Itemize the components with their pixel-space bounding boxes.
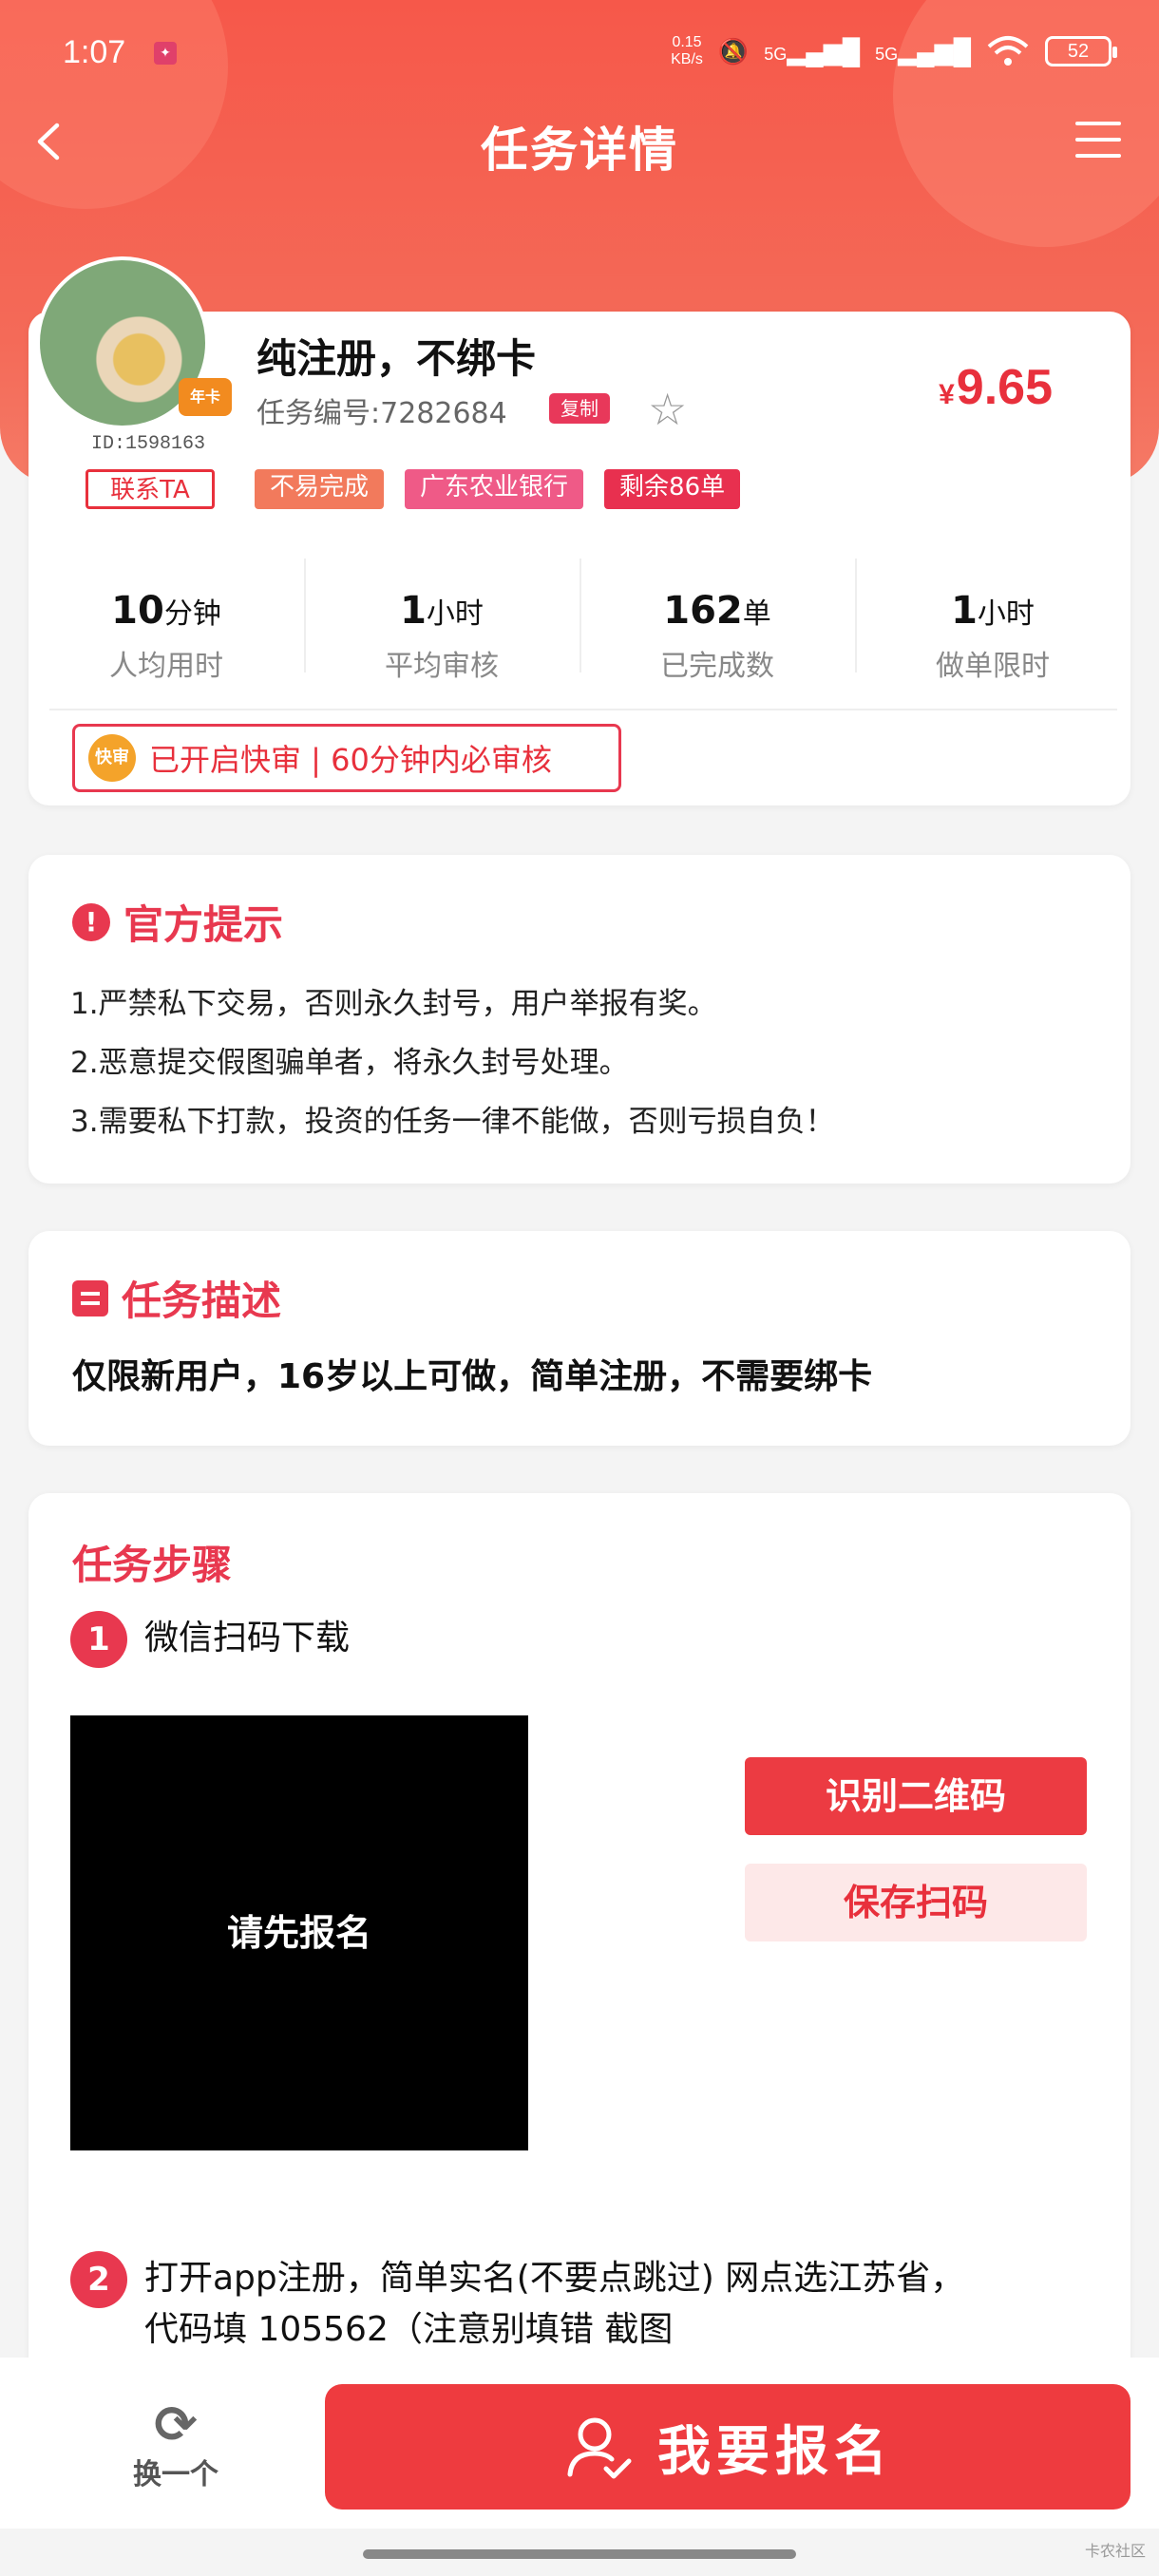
task-steps-card: 任务步骤 1 微信扫码下载 请先报名 识别二维码 保存扫码 2 打开app注册，…: [28, 1493, 1130, 2367]
step-number: 2: [70, 2251, 127, 2308]
fast-review-icon: 快审: [88, 734, 136, 782]
network-speed: 0.15 KB/s: [671, 34, 703, 68]
refresh-icon: ⟳: [154, 2395, 198, 2454]
step-number: 1: [70, 1611, 127, 1668]
warning-icon: !: [72, 902, 110, 941]
tag-remaining: 剩余86单: [604, 469, 741, 509]
apply-label: 我要报名: [657, 2420, 893, 2483]
battery-indicator: 52: [1045, 36, 1117, 66]
network-speed-value: 0.15: [672, 34, 702, 50]
stat-avg-time: 10分钟 人均用时: [109, 589, 223, 683]
stat-completed: 162单 已完成数: [580, 549, 855, 683]
status-icons: 0.15 KB/s 🔕 5G▂▄▆█ 5G▂▄▆█ 52: [671, 34, 1117, 68]
nav-bar: 任务详情: [0, 104, 1159, 180]
contact-button[interactable]: 联系TA: [86, 469, 215, 509]
network-speed-unit: KB/s: [671, 51, 703, 67]
signal-5g-2: 5G▂▄▆█: [875, 36, 971, 66]
task-title: 纯注册，不绑卡: [256, 335, 537, 382]
steps-title: 任务步骤: [72, 1542, 233, 1588]
status-bar: 1:07 ✦ 0.15 KB/s 🔕 5G▂▄▆█ 5G▂▄▆█ 52: [0, 0, 1159, 112]
fast-review-banner: 快审 已开启快审 | 60分钟内必审核: [72, 724, 621, 792]
step-text: 打开app注册，简单实名(不要点跳过) 网点选江苏省， 代码填 105562（注…: [144, 2259, 965, 2349]
tag-difficulty: 不易完成: [255, 469, 385, 509]
copy-button[interactable]: 复制: [549, 393, 610, 424]
status-time: 1:07: [63, 34, 126, 70]
apply-button[interactable]: 我要报名: [325, 2384, 1130, 2510]
step-text: 微信扫码下载: [144, 1619, 351, 1657]
menu-icon[interactable]: [1075, 122, 1121, 160]
recognize-qr-button[interactable]: 识别二维码: [745, 1757, 1087, 1835]
home-indicator[interactable]: [363, 2549, 796, 2559]
description-text: 仅限新用户，16岁以上可做，简单注册，不需要绑卡: [72, 1357, 873, 1396]
signal-5g-1: 5G▂▄▆█: [764, 36, 861, 66]
tip-line: 3.需要私下打款，投资的任务一律不能做，否则亏损自负！: [70, 1105, 835, 1139]
swap-button[interactable]: ⟳ 换一个: [114, 2399, 238, 2492]
description-title: 任务描述: [72, 1269, 281, 1327]
tip-line: 2.恶意提交假图骗单者，将永久封号处理。: [70, 1046, 629, 1080]
favorite-star-icon[interactable]: ☆: [648, 388, 687, 431]
notification-app-icon: ✦: [154, 42, 177, 65]
vip-badge: 年卡: [179, 378, 232, 416]
official-tips-card: ! 官方提示 1.严禁私下交易，否则永久封号，用户举报有奖。 2.恶意提交假图骗…: [28, 855, 1130, 1184]
user-check-icon: [567, 2417, 632, 2479]
save-qr-button[interactable]: 保存扫码: [745, 1864, 1087, 1941]
mute-icon: 🔕: [717, 36, 750, 66]
gesture-bar: 卡农社区: [0, 2529, 1159, 2576]
task-stats: 10分钟 人均用时 1小时 平均审核 162单 已完成数 1小时 做单限时: [28, 549, 1130, 683]
watermark: 卡农社区: [1084, 2542, 1146, 2560]
wifi-icon: [987, 36, 1029, 66]
document-icon: [72, 1279, 108, 1316]
stat-time-limit: 1小时 做单限时: [855, 549, 1130, 683]
divider: [49, 709, 1117, 710]
task-price: ¥9.65: [939, 360, 1053, 415]
user-id: ID:1598163: [91, 433, 206, 455]
page-title: 任务详情: [481, 123, 678, 178]
tip-line: 1.严禁私下交易，否则永久封号，用户举报有奖。: [70, 987, 717, 1021]
swap-label: 换一个: [133, 2458, 218, 2491]
fast-review-text: 已开启快审 | 60分钟内必审核: [149, 742, 552, 778]
stat-avg-review: 1小时 平均审核: [304, 549, 580, 683]
qr-code-placeholder: 请先报名: [70, 1715, 528, 2150]
tag-bank: 广东农业银行: [405, 469, 584, 509]
task-number: 任务编号:7282684: [256, 397, 507, 430]
official-tips-title: ! 官方提示: [72, 893, 283, 951]
task-tags: 联系TA 不易完成 广东农业银行 剩余86单: [86, 469, 741, 509]
official-tips-list: 1.严禁私下交易，否则永久封号，用户举报有奖。 2.恶意提交假图骗单者，将永久封…: [70, 975, 835, 1151]
bottom-action-bar: ⟳ 换一个 我要报名: [0, 2358, 1159, 2529]
task-description-card: 任务描述 仅限新用户，16岁以上可做，简单注册，不需要绑卡: [28, 1231, 1130, 1446]
